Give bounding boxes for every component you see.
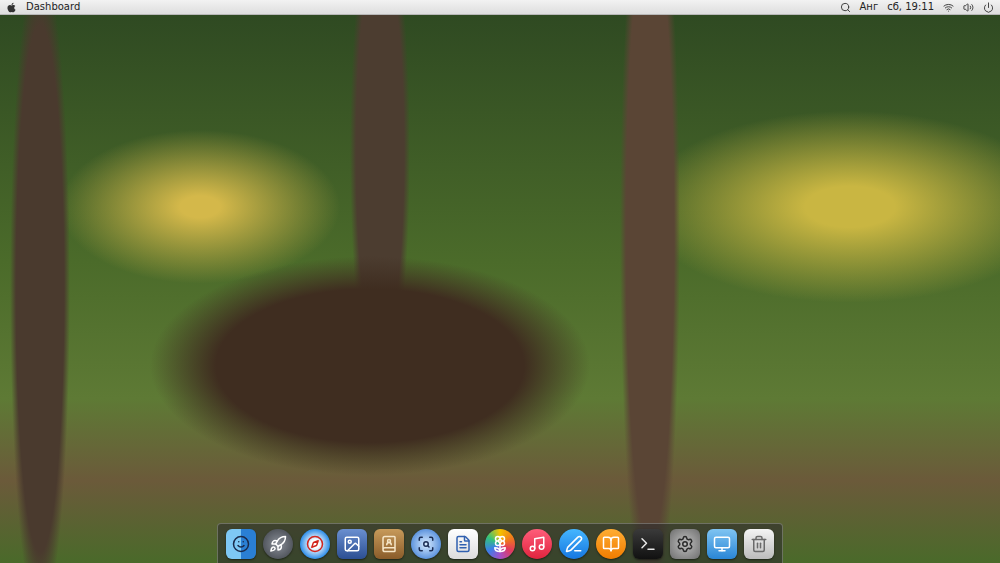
appstore-icon	[565, 535, 583, 553]
preview-icon	[343, 535, 361, 553]
desktop-icon	[713, 535, 731, 553]
dock-item[interactable]	[337, 529, 367, 559]
contacts-icon	[380, 535, 398, 553]
volume-icon[interactable]	[963, 2, 974, 13]
dock-item[interactable]	[522, 529, 552, 559]
books-icon	[602, 535, 620, 553]
dock-item[interactable]	[744, 529, 774, 559]
clock[interactable]: сб, 19:11	[887, 0, 934, 14]
dock-item[interactable]	[707, 529, 737, 559]
top-bar: Dashboard Анг сб, 19:11	[0, 0, 1000, 15]
dock-item[interactable]	[448, 529, 478, 559]
dock-item[interactable]	[485, 529, 515, 559]
settings-icon	[676, 535, 694, 553]
dock-item[interactable]	[374, 529, 404, 559]
dock-item[interactable]	[226, 529, 256, 559]
wallpaper	[0, 15, 1000, 563]
power-icon[interactable]	[983, 2, 994, 13]
desktop-screen: Dashboard Анг сб, 19:11	[0, 0, 1000, 563]
dock-item[interactable]	[559, 529, 589, 559]
dock-item[interactable]	[411, 529, 441, 559]
terminal-icon	[639, 535, 657, 553]
launchpad-icon	[269, 535, 287, 553]
dock-item[interactable]	[633, 529, 663, 559]
music-icon	[528, 535, 546, 553]
dock	[217, 523, 783, 563]
dock-item[interactable]	[263, 529, 293, 559]
search-icon[interactable]	[840, 2, 851, 13]
keyboard-layout[interactable]: Анг	[860, 0, 879, 14]
dock-item[interactable]	[596, 529, 626, 559]
app-menu[interactable]: Dashboard	[26, 0, 80, 14]
wifi-icon[interactable]	[943, 2, 954, 13]
textedit-icon	[454, 535, 472, 553]
top-bar-left: Dashboard	[6, 0, 80, 14]
dock-item[interactable]	[300, 529, 330, 559]
quicktime-icon	[417, 535, 435, 553]
top-bar-right: Анг сб, 19:11	[840, 0, 994, 14]
trash-icon	[750, 535, 768, 553]
finder-icon	[232, 535, 250, 553]
apple-icon[interactable]	[6, 2, 17, 13]
dock-item[interactable]	[670, 529, 700, 559]
safari-icon	[306, 535, 324, 553]
photos-icon	[491, 535, 509, 553]
